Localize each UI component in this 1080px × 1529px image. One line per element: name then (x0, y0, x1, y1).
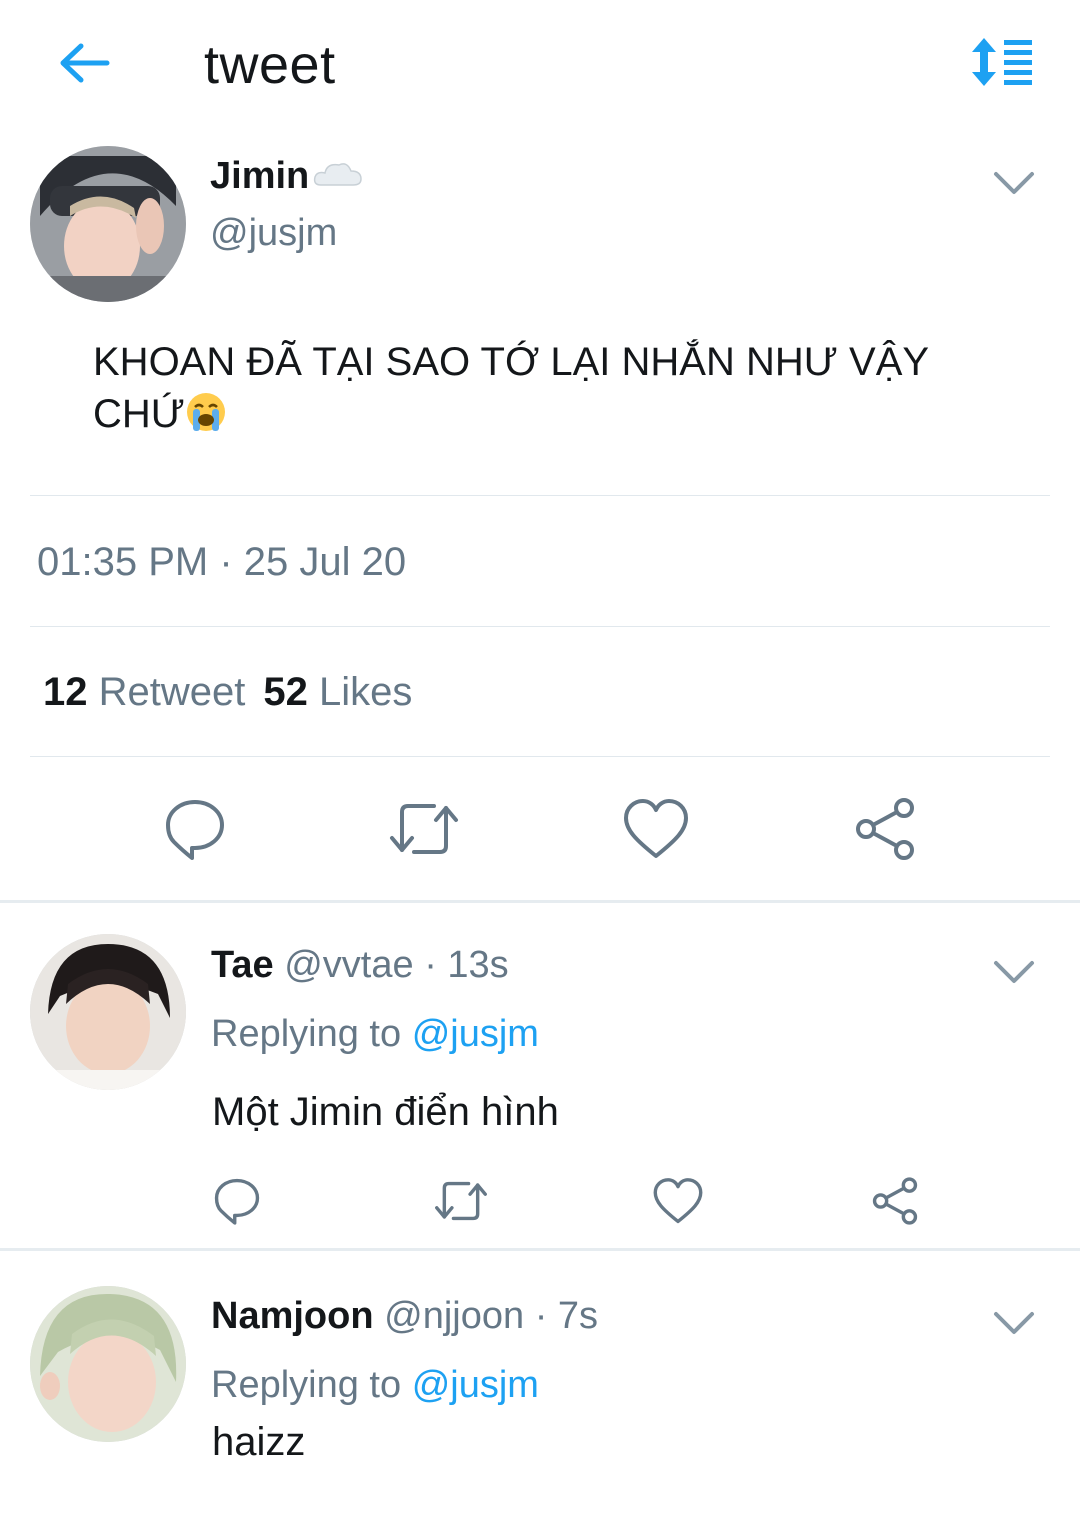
reply-avatar[interactable] (30, 1286, 186, 1442)
like-button[interactable] (652, 1176, 704, 1226)
reply-author-name[interactable]: Tae (211, 944, 274, 986)
arrow-left-icon (60, 43, 110, 83)
author-avatar[interactable] (30, 146, 186, 302)
reply-options-button[interactable] (990, 1304, 1038, 1340)
retweet-stat[interactable]: 12 Retweet (43, 670, 245, 714)
loudly-crying-face-icon (185, 391, 227, 433)
sort-button[interactable] (968, 36, 1036, 88)
reply-text: Một Jimin điển hình (212, 1090, 559, 1134)
reply-button[interactable] (162, 796, 228, 862)
chevron-down-icon (994, 172, 1034, 194)
divider (30, 626, 1050, 627)
heart-icon (653, 1178, 703, 1224)
section-divider (0, 1248, 1080, 1251)
like-count: 52 (263, 670, 308, 714)
chevron-down-icon (994, 1312, 1034, 1334)
replying-to: Replying to @jusjm (211, 1364, 539, 1407)
cloud-icon (313, 156, 363, 199)
avatar-photo (30, 146, 186, 302)
reply-author-handle[interactable]: @njjoon (384, 1295, 524, 1337)
retweet-button[interactable] (432, 1176, 490, 1226)
replying-to-prefix: Replying to (211, 1364, 402, 1406)
retweet-icon (390, 804, 458, 854)
retweet-icon (435, 1181, 487, 1221)
reply-time: · 13s (424, 944, 509, 986)
chevron-down-icon (994, 961, 1034, 983)
avatar-photo (30, 1286, 186, 1442)
replying-to-mention[interactable]: @jusjm (412, 1364, 539, 1406)
share-button[interactable] (852, 796, 918, 862)
like-stat[interactable]: 52 Likes (263, 670, 412, 714)
sort-list-icon (972, 38, 1032, 86)
divider (30, 495, 1050, 496)
tweet-text: KHOAN ĐÃ TẠI SAO TỚ LẠI NHẮN NHƯ VẬY CHỨ (93, 336, 1023, 440)
retweet-count: 12 (43, 670, 88, 714)
tweet-timestamp: 01:35 PM · 25 Jul 20 (37, 540, 407, 584)
top-bar: tweet (0, 0, 1080, 130)
like-label: Likes (319, 670, 413, 714)
reply-author-handle[interactable]: @vvtae (284, 944, 413, 986)
avatar-photo (30, 934, 186, 1090)
divider (30, 756, 1050, 757)
retweet-button[interactable] (386, 796, 462, 862)
like-button[interactable] (622, 796, 690, 862)
author-name-text: Jimin (210, 155, 310, 197)
replying-to-prefix: Replying to (211, 1013, 402, 1055)
reply-header: Tae @vvtae · 13s (211, 944, 509, 987)
heart-icon (624, 799, 688, 858)
replying-to: Replying to @jusjm (211, 1013, 539, 1056)
reply-author-name[interactable]: Namjoon (211, 1295, 374, 1337)
reply-icon (214, 1178, 260, 1225)
replying-to-mention[interactable]: @jusjm (412, 1013, 539, 1055)
share-button[interactable] (870, 1176, 920, 1226)
reply-options-button[interactable] (990, 953, 1038, 989)
section-divider (0, 900, 1080, 903)
author-handle[interactable]: @jusjm (210, 212, 337, 255)
tweet-stats: 12 Retweet 52 Likes (43, 670, 412, 715)
reply-icon (166, 800, 224, 860)
retweet-label: Retweet (98, 670, 246, 714)
reply-button[interactable] (212, 1176, 262, 1226)
page-title: tweet (204, 35, 336, 95)
back-button[interactable] (55, 38, 115, 88)
author-name[interactable]: Jimin (210, 155, 363, 199)
reply-time: · 7s (534, 1295, 599, 1337)
reply-text: haizz (212, 1420, 306, 1464)
reply-avatar[interactable] (30, 934, 186, 1090)
share-icon (856, 798, 914, 860)
tweet-options-button[interactable] (990, 164, 1038, 200)
share-icon (872, 1177, 918, 1225)
reply-header: Namjoon @njjoon · 7s (211, 1295, 598, 1338)
